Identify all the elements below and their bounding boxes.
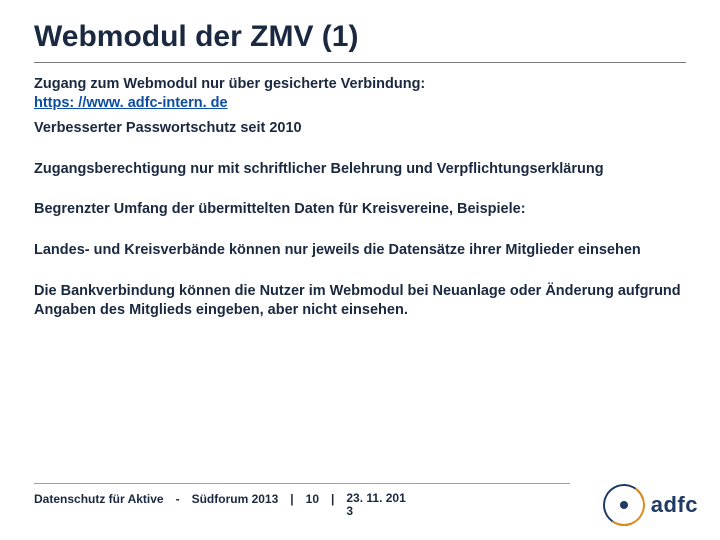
- footer-sep-dash: -: [176, 492, 180, 506]
- footer-date-bottom: 3: [346, 504, 353, 518]
- bullet-1: Zugang zum Webmodul nur über gesicherte …: [34, 75, 686, 113]
- bullet-1-text: Zugang zum Webmodul nur über gesicherte …: [34, 76, 425, 92]
- logo-text: adfc: [651, 492, 698, 518]
- bullet-6: Die Bankverbindung können die Nutzer im …: [34, 282, 686, 320]
- footer-sep-pipe-2: |: [331, 492, 334, 506]
- footer-page: 10: [306, 492, 319, 506]
- bullet-3: Zugangsberechtigung nur mit schriftliche…: [34, 160, 686, 179]
- bullet-2: Verbesserter Passwortschutz seit 2010: [34, 119, 686, 138]
- footer: Datenschutz für Aktive - Südforum 2013 |…: [34, 492, 406, 518]
- bullet-5: Landes- und Kreisverbände können nur jew…: [34, 241, 686, 260]
- secure-link[interactable]: https: //www. adfc-intern. de: [34, 95, 228, 111]
- logo-icon: [603, 484, 645, 526]
- footer-date: 23. 11. 201 3: [346, 492, 405, 518]
- footer-left: Datenschutz für Aktive: [34, 492, 164, 506]
- footer-divider: [34, 483, 570, 484]
- adfc-logo: adfc: [603, 484, 698, 526]
- title-divider: [34, 62, 686, 63]
- bullet-4: Begrenzter Umfang der übermittelten Date…: [34, 200, 686, 219]
- slide-title: Webmodul der ZMV (1): [34, 20, 686, 54]
- footer-sep-pipe-1: |: [290, 492, 293, 506]
- footer-event: Südforum 2013: [192, 492, 279, 506]
- footer-date-top: 23. 11. 201: [346, 491, 405, 505]
